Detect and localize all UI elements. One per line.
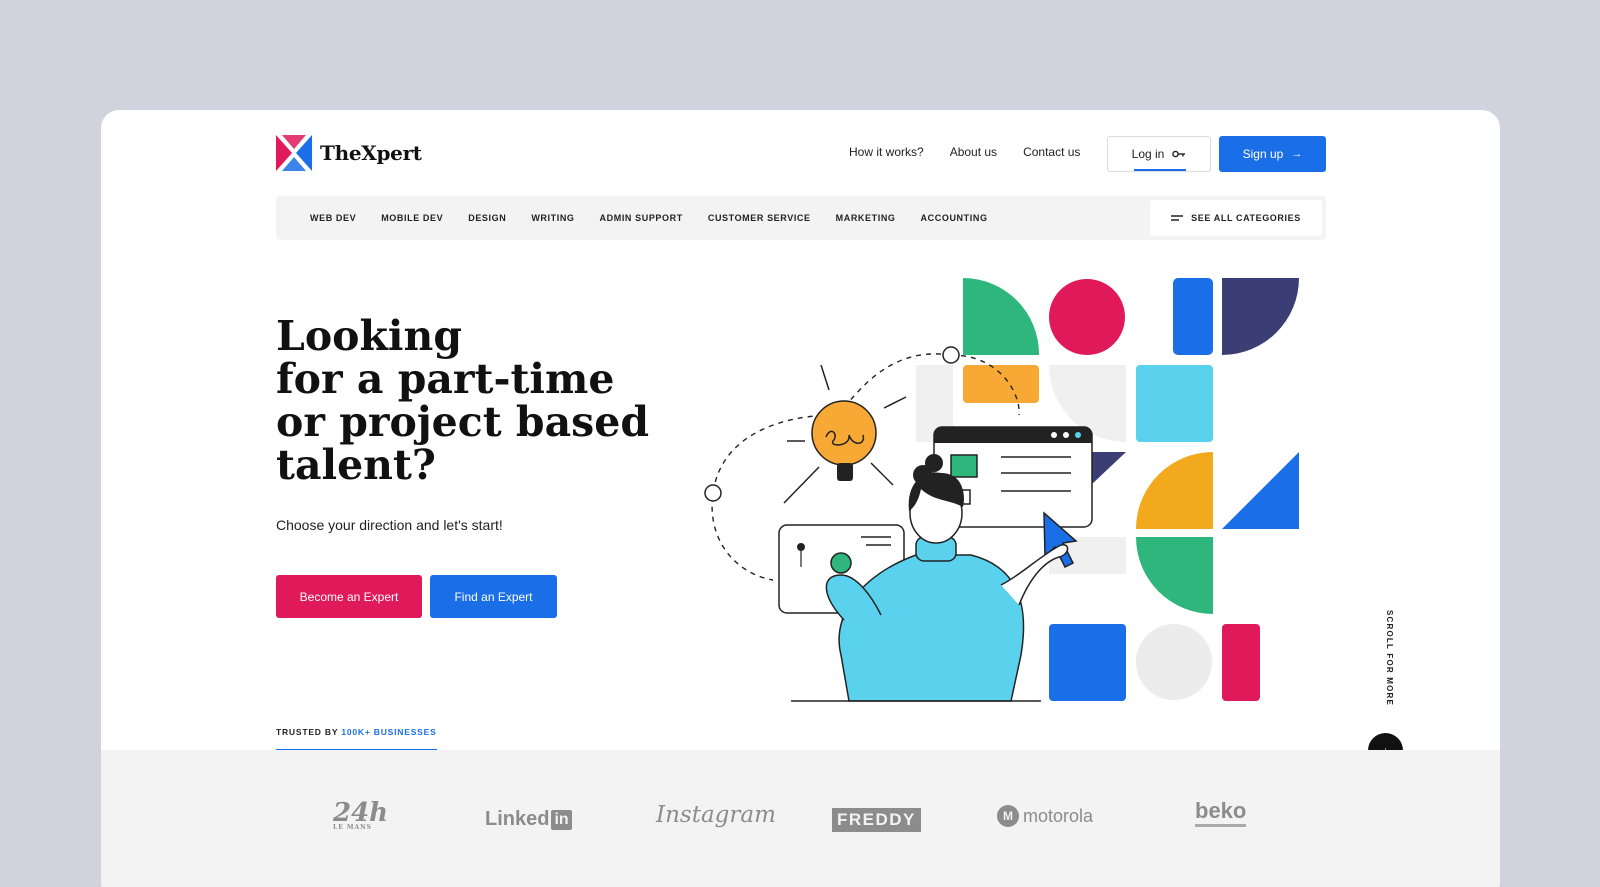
login-button[interactable]: Log in: [1107, 136, 1211, 172]
category-admin-support[interactable]: ADMIN SUPPORT: [600, 213, 683, 223]
hero-title-line: for a part-time: [276, 355, 615, 403]
hero-title-line: or project based: [276, 398, 650, 446]
motorola-mark-icon: M: [997, 805, 1019, 827]
login-label: Log in: [1131, 147, 1165, 161]
trusted-highlight: 100K+ BUSINESSES: [341, 727, 437, 737]
key-icon: [1172, 150, 1186, 158]
logo-motorola: M motorola: [997, 805, 1093, 827]
arrow-right-icon: →: [1291, 148, 1303, 160]
shape-green-quarter: [963, 278, 1040, 355]
nav-about-us[interactable]: About us: [950, 145, 997, 159]
shape-blue-pill: [1173, 278, 1213, 355]
see-all-label: SEE ALL CATEGORIES: [1191, 213, 1301, 223]
shape-orange-rect: [963, 365, 1039, 403]
find-expert-button[interactable]: Find an Expert: [430, 575, 557, 618]
category-customer-service[interactable]: CUSTOMER SERVICE: [708, 213, 811, 223]
logo-linkedin-text: Linked: [485, 808, 550, 830]
menu-lines-icon: [1171, 215, 1184, 221]
see-all-categories-button[interactable]: SEE ALL CATEGORIES: [1150, 200, 1322, 236]
scroll-for-more-label: SCROLL FOR MORE: [1385, 610, 1394, 707]
logos-strip: 24h LE MANS Linked in Instagram FREDDY M…: [101, 750, 1500, 887]
become-expert-button[interactable]: Become an Expert: [276, 575, 422, 618]
hero-title-line: Looking: [276, 312, 462, 360]
brand-name: TheXpert: [320, 141, 422, 165]
category-marketing[interactable]: MARKETING: [836, 213, 896, 223]
top-nav: How it works? About us Contact us: [849, 145, 1080, 159]
shape-yellow-quarter: [1136, 452, 1213, 529]
shape-grey-circle: [1136, 624, 1212, 700]
hero-title: Looking for a part-time or project based…: [276, 315, 696, 487]
shape-blue-square: [1049, 624, 1126, 701]
trusted-prefix: TRUSTED BY: [276, 727, 339, 737]
signup-label: Sign up: [1242, 147, 1284, 161]
shape-blue-triangle: [1222, 452, 1299, 529]
logo-motorola-text: motorola: [1023, 805, 1094, 826]
shape-red-circle: [1049, 279, 1125, 355]
hero-title-line: talent?: [276, 441, 436, 489]
shape-navy-triangle: [1091, 452, 1126, 485]
signup-button[interactable]: Sign up →: [1219, 136, 1326, 172]
logo-24h: 24h LE MANS: [333, 798, 388, 831]
brand-logo[interactable]: TheXpert: [276, 135, 422, 171]
logo-linkedin-badge: in: [551, 809, 572, 830]
nav-how-it-works[interactable]: How it works?: [849, 145, 924, 159]
logo-beko: beko: [1195, 800, 1247, 827]
category-bar: WEB DEV MOBILE DEV DESIGN WRITING ADMIN …: [276, 196, 1326, 240]
category-writing[interactable]: WRITING: [531, 213, 574, 223]
category-mobile-dev[interactable]: MOBILE DEV: [381, 213, 443, 223]
nav-contact-us[interactable]: Contact us: [1023, 145, 1080, 159]
hero-subtitle: Choose your direction and let's start!: [276, 517, 503, 533]
category-web-dev[interactable]: WEB DEV: [310, 213, 356, 223]
shape-cyan-square: [1136, 365, 1213, 442]
logo-instagram: Instagram: [656, 802, 776, 828]
shape-red-pill: [1222, 624, 1260, 701]
category-design[interactable]: DESIGN: [468, 213, 506, 223]
category-accounting[interactable]: ACCOUNTING: [921, 213, 988, 223]
lightbulb-icon: [783, 364, 907, 504]
page-card: TheXpert How it works? About us Contact …: [101, 110, 1500, 887]
shape-navy-quarter: [1222, 278, 1299, 355]
thexpert-logo-icon: [276, 135, 312, 171]
shape-green-quarter-2: [1136, 537, 1213, 614]
logo-freddy: FREDDY: [832, 808, 921, 832]
trusted-by-label: TRUSTED BY 100K+ BUSINESSES: [276, 727, 437, 751]
hero-illustration: [704, 278, 1299, 702]
logo-linkedin: Linked in: [485, 808, 572, 831]
